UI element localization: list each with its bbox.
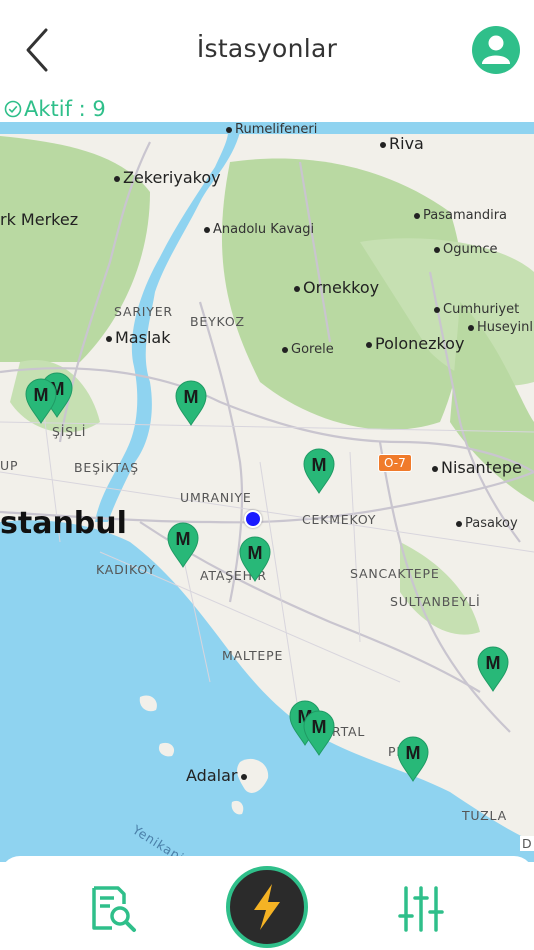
active-status: Aktif : 9 xyxy=(4,96,106,122)
user-avatar-icon xyxy=(472,26,520,74)
station-marker[interactable]: M xyxy=(396,736,430,782)
place-edge-d: D xyxy=(520,836,534,851)
place-ogumce: Ogumce xyxy=(434,242,498,257)
lightning-icon xyxy=(254,884,280,930)
place-huseyinli: Huseyinl xyxy=(468,320,533,335)
place-merkez: rk Merkez xyxy=(0,210,79,229)
place-nisantepe: Nisantepe xyxy=(432,458,522,477)
station-search-icon xyxy=(92,886,136,932)
filter-button[interactable] xyxy=(396,884,446,934)
place-pasakoy: Pasakoy xyxy=(456,516,518,531)
station-marker[interactable]: M xyxy=(238,536,272,582)
place-istanbul: stanbul xyxy=(0,506,127,541)
station-marker[interactable]: M xyxy=(166,522,200,568)
station-map[interactable]: Rumelifeneri Riva Zekeriyakoy rk Merkez … xyxy=(0,122,534,862)
charge-button[interactable] xyxy=(226,866,308,948)
station-marker[interactable]: M xyxy=(302,448,336,494)
place-sultanbeyli: SULTANBEYLİ xyxy=(390,594,481,609)
place-rumelifeneri: Rumelifeneri xyxy=(226,122,317,137)
marker-letter: M xyxy=(312,455,327,475)
marker-letter: M xyxy=(248,543,263,563)
place-adalar: Adalar xyxy=(186,766,250,785)
place-gorele: Gorele xyxy=(282,342,334,357)
active-count-label: Aktif : 9 xyxy=(24,97,106,121)
page-title: İstasyonlar xyxy=(196,34,338,63)
place-polonezkoy: Polonezkoy xyxy=(366,334,464,353)
marker-letter: M xyxy=(34,385,49,405)
user-location-dot xyxy=(244,510,262,528)
station-marker[interactable]: M xyxy=(476,646,510,692)
road-badge-o7: O-7 xyxy=(378,454,412,472)
place-sariyer: SARIYER xyxy=(114,304,173,319)
place-kartal: RTAL xyxy=(332,724,366,739)
station-marker[interactable]: M xyxy=(302,710,336,756)
place-kadikoy: KADIKOY xyxy=(96,562,156,577)
marker-letter: M xyxy=(176,529,191,549)
place-cekmekoy: CEKMEKOY xyxy=(302,512,377,527)
profile-button[interactable] xyxy=(470,24,522,76)
station-search-button[interactable] xyxy=(88,884,138,934)
place-besiktas: BEŞİKTAŞ xyxy=(74,460,139,475)
place-sisli: ŞİŞLİ xyxy=(52,424,87,439)
place-up: UP xyxy=(0,458,19,473)
marker-letter: M xyxy=(312,717,327,737)
bottom-nav xyxy=(0,856,534,950)
app-header: İstasyonlar xyxy=(0,0,534,96)
place-tuzla: TUZLA xyxy=(462,808,507,823)
check-circle-icon xyxy=(4,100,22,118)
place-maslak: Maslak xyxy=(106,328,170,347)
place-riva: Riva xyxy=(380,134,424,153)
place-zekeriyakoy: Zekeriyakoy xyxy=(114,168,221,187)
sliders-icon xyxy=(398,886,444,932)
marker-letter: M xyxy=(406,743,421,763)
place-sancaktepe: SANCAKTEPE xyxy=(350,566,440,581)
place-anadolu-kavagi: Anadolu Kavagi xyxy=(204,222,314,237)
place-umraniye: UMRANIYE xyxy=(180,490,252,505)
place-pasamandira: Pasamandira xyxy=(414,208,507,223)
place-beykoz: BEYKOZ xyxy=(190,314,245,329)
place-maltepe: MALTEPE xyxy=(222,648,284,663)
place-ornekkoy: Ornekkoy xyxy=(294,278,379,297)
station-marker[interactable]: M xyxy=(24,378,58,424)
place-cumhuriyet: Cumhuriyet xyxy=(434,302,519,317)
station-marker[interactable]: M xyxy=(174,380,208,426)
marker-letter: M xyxy=(184,387,199,407)
marker-letter: M xyxy=(486,653,501,673)
